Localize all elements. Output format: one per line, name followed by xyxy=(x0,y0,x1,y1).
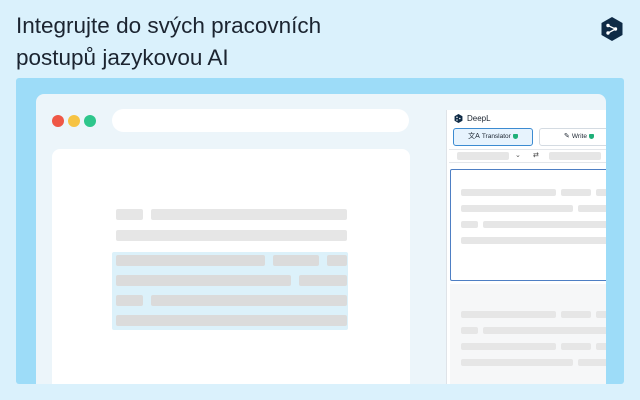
headline-line-2: postupů jazykovou AI xyxy=(16,45,229,70)
text-placeholder xyxy=(596,311,606,318)
write-icon: ✎ xyxy=(564,133,570,140)
language-selector-row: ⌄ ⇄ ⌄ xyxy=(449,149,606,163)
text-placeholder xyxy=(461,189,556,196)
text-placeholder xyxy=(461,327,478,334)
swap-languages-icon[interactable]: ⇄ xyxy=(533,150,539,162)
text-placeholder xyxy=(483,327,606,334)
text-placeholder xyxy=(116,230,347,241)
text-placeholder xyxy=(561,189,591,196)
hero-illustration: DeepL × 文ATranslator ✎Write ⌄ ⇄ ⌄ xyxy=(16,78,624,384)
text-placeholder xyxy=(461,311,556,318)
shield-check-icon xyxy=(588,133,594,139)
text-placeholder xyxy=(578,205,606,212)
source-text-area[interactable] xyxy=(450,169,606,281)
selected-text-placeholder xyxy=(116,315,347,326)
selected-text-placeholder xyxy=(116,295,143,306)
selected-text-placeholder xyxy=(151,295,347,306)
text-placeholder xyxy=(561,311,591,318)
text-placeholder xyxy=(151,209,347,220)
text-placeholder xyxy=(596,343,606,350)
selected-text-placeholder xyxy=(299,275,347,286)
headline-line-1: Integrujte do svých pracovních xyxy=(16,13,322,38)
translation-output-area xyxy=(450,284,606,384)
selected-text-placeholder xyxy=(116,275,291,286)
write-tab-label: Write xyxy=(571,133,587,140)
selected-text-placeholder xyxy=(116,255,265,266)
text-placeholder xyxy=(116,209,143,220)
address-bar xyxy=(112,109,409,132)
deepl-logo-icon xyxy=(601,17,623,41)
web-page xyxy=(52,149,410,384)
window-minimize-dot xyxy=(68,115,80,127)
deepl-logo-icon xyxy=(454,114,463,123)
panel-title: DeepL xyxy=(467,114,491,123)
deepl-extension-panel: DeepL × 文ATranslator ✎Write ⌄ ⇄ ⌄ xyxy=(446,110,606,384)
translator-tab-label: Translator xyxy=(481,133,511,140)
headline: Integrujte do svých pracovních postupů j… xyxy=(16,10,516,74)
window-maximize-dot xyxy=(84,115,96,127)
window-close-dot xyxy=(52,115,64,127)
target-language-select[interactable] xyxy=(549,152,601,160)
shield-check-icon xyxy=(512,133,518,139)
selected-text-placeholder xyxy=(273,255,319,266)
text-placeholder xyxy=(461,343,556,350)
translator-tab-button[interactable]: 文A Translator xyxy=(453,128,533,146)
text-placeholder xyxy=(461,237,606,244)
translate-icon: 文A xyxy=(468,133,480,140)
text-placeholder xyxy=(578,359,606,366)
text-placeholder xyxy=(561,343,591,350)
text-placeholder xyxy=(461,221,478,228)
text-placeholder xyxy=(461,359,573,366)
text-placeholder xyxy=(461,205,573,212)
browser-window: DeepL × 文ATranslator ✎Write ⌄ ⇄ ⌄ xyxy=(36,94,606,384)
text-placeholder xyxy=(483,221,606,228)
selected-text-placeholder xyxy=(327,255,347,266)
write-tab-button[interactable]: ✎ Write xyxy=(539,128,606,146)
source-language-select[interactable] xyxy=(457,152,509,160)
chevron-down-icon[interactable]: ⌄ xyxy=(515,150,521,162)
text-placeholder xyxy=(596,189,606,196)
